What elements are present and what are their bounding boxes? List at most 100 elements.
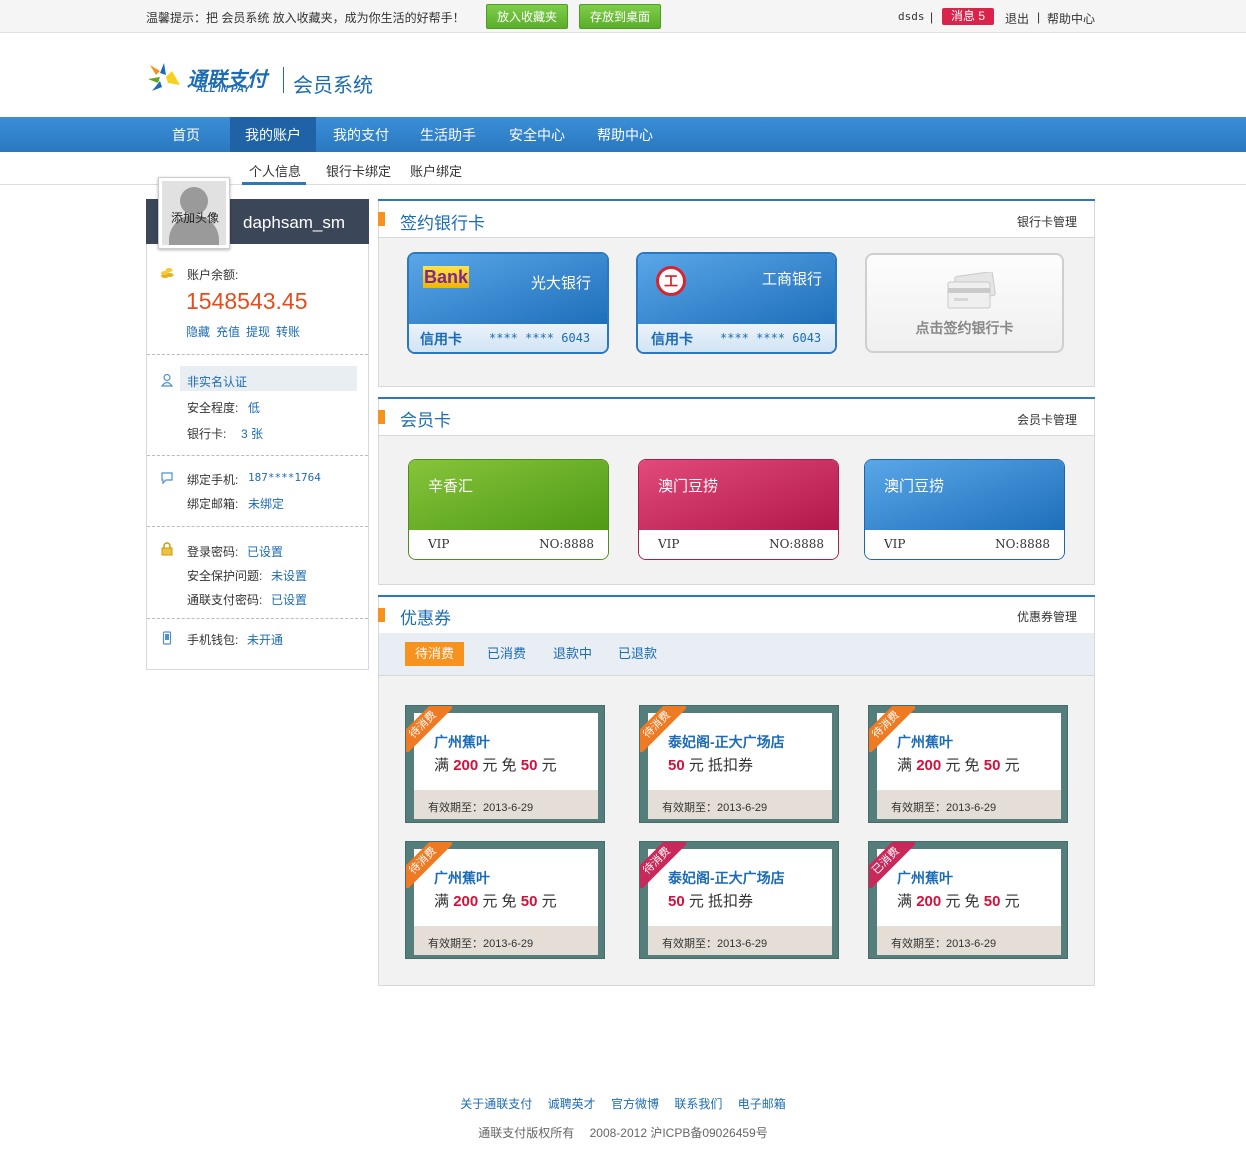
coins-icon [161, 268, 174, 278]
footer-email[interactable]: 电子邮箱 [738, 1097, 786, 1111]
avatar[interactable]: 添加头像 [158, 177, 230, 249]
transfer-link[interactable]: 转账 [276, 323, 300, 340]
login-password-label: 登录密码: [187, 545, 239, 559]
coupon-amount: 50 [668, 893, 685, 910]
bank-logo-text: Bank [424, 267, 469, 287]
footer-contact[interactable]: 联系我们 [674, 1097, 722, 1111]
login-password-value[interactable]: 已设置 [247, 543, 283, 560]
bankcard-count-label: 银行卡: [187, 427, 227, 441]
coupon-expiry: 有效期至：2013-6-29 [662, 802, 768, 814]
bank-name: 光大银行 [531, 275, 592, 292]
bank-card-icbc[interactable]: 工 工商银行 信用卡 **** **** 6043 [636, 252, 837, 354]
coupon-card[interactable]: 广州蕉叶满 200 元 免 50 元有效期至：2013-6-29 待消费 [868, 705, 1068, 823]
security-question-value[interactable]: 未设置 [271, 567, 307, 584]
coupon-expiry: 有效期至：2013-6-29 [428, 802, 534, 814]
withdraw-link[interactable]: 提现 [246, 323, 270, 340]
tab-refunding[interactable]: 退款中 [543, 642, 602, 666]
coupon-desc-mid: 元 免 [482, 757, 517, 774]
coupon-manage-link[interactable]: 优惠券管理 [1017, 608, 1077, 625]
panel-marker [378, 410, 385, 424]
subnav-bankcard-binding[interactable]: 银行卡绑定 [326, 161, 391, 180]
message-badge[interactable]: 消息 5 [942, 8, 994, 25]
card-number: **** **** 6043 [489, 331, 591, 345]
member-card-vip: VIP [428, 537, 450, 551]
coupon-card[interactable]: 泰妃阁-正大广场店 50 元 抵扣券 有效期至：2013-6-29 待消费 [639, 705, 839, 823]
coupon-expiry: 有效期至：2013-6-29 [662, 938, 768, 950]
coupon-status: 待消费 [869, 706, 915, 752]
coupon-discount: 50 [983, 757, 1001, 774]
nav-my-account[interactable]: 我的账户 [230, 117, 316, 152]
bankcard-count-value[interactable]: 3 张 [241, 425, 263, 442]
nav-my-payment[interactable]: 我的支付 [320, 117, 402, 152]
icbc-logo-icon: 工 [656, 266, 686, 296]
nav-home[interactable]: 首页 [146, 117, 226, 152]
current-user[interactable]: dsds [898, 10, 925, 23]
realname-status[interactable]: 非实名认证 [187, 373, 247, 390]
recharge-link[interactable]: 充值 [216, 323, 240, 340]
panel-marker [378, 608, 385, 622]
hide-balance-link[interactable]: 隐藏 [186, 323, 210, 340]
message-label: 消息 [950, 9, 975, 23]
card-type: 信用卡 [420, 331, 462, 347]
email-value[interactable]: 未绑定 [248, 495, 284, 512]
save-desktop-button[interactable]: 存放到桌面 [579, 4, 662, 29]
security-level-value: 低 [248, 401, 261, 415]
tab-refunded[interactable]: 已退款 [608, 642, 667, 666]
footer-weibo[interactable]: 官方微博 [611, 1097, 659, 1111]
logout-link[interactable]: 退出 [1005, 10, 1029, 27]
coupon-discount: 50 [520, 893, 538, 910]
nav-security-center[interactable]: 安全中心 [494, 117, 580, 152]
member-panel-title: 会员卡 [400, 411, 451, 430]
tab-pending[interactable]: 待消费 [405, 642, 465, 666]
mobile-wallet-value[interactable]: 未开通 [247, 631, 283, 648]
add-bankcard-label: 点击签约银行卡 [915, 320, 1014, 336]
bank-panel-title: 签约银行卡 [400, 214, 485, 233]
help-link[interactable]: 帮助中心 [1047, 10, 1095, 27]
coupon-description: 满 200 元 免 50 元 [897, 890, 1020, 911]
coupon-card[interactable]: 广州蕉叶满 200 元 免 50 元有效期至：2013-6-29 待消费 [405, 841, 605, 959]
section-divider [147, 354, 368, 355]
coupon-panel-header [378, 597, 1095, 633]
member-card-number: NO:8888 [769, 537, 824, 551]
subnav-personal-info[interactable]: 个人信息 [249, 161, 301, 180]
coupon-card[interactable]: 广州蕉叶满 200 元 免 50 元有效期至：2013-6-29 待消费 [405, 705, 605, 823]
coupon-desc-prefix: 满 [897, 893, 913, 910]
coupon-status: 待消费 [640, 842, 686, 888]
coupon-amount: 200 [916, 757, 942, 774]
coupon-status: 待消费 [406, 842, 452, 888]
coupon-status-ribbon: 已消费 [869, 842, 915, 888]
bookmark-button[interactable]: 放入收藏夹 [486, 4, 569, 29]
member-card-macau-2[interactable]: 澳门豆捞 VIP NO:8888 [864, 459, 1065, 560]
balance-label: 账户余额: [187, 268, 239, 282]
coupon-desc-mid: 元 抵扣券 [688, 893, 754, 910]
coupon-amount: 50 [668, 757, 685, 774]
nav-life-assistant[interactable]: 生活助手 [406, 117, 490, 152]
member-card-macau-1[interactable]: 澳门豆捞 VIP NO:8888 [638, 459, 839, 560]
section-divider [147, 526, 368, 527]
email-label: 绑定邮箱: [187, 497, 239, 511]
footer-careers[interactable]: 诚聘英才 [548, 1097, 596, 1111]
security-level-label: 安全程度: [187, 401, 239, 415]
coupon-description: 满 200 元 免 50 元 [897, 754, 1020, 775]
main-nav: 首页 我的账户 我的支付 生活助手 安全中心 帮助中心 [0, 117, 1246, 152]
bankcard-manage-link[interactable]: 银行卡管理 [1017, 213, 1077, 230]
bank-card-everbright[interactable]: Bank 光大银行 信用卡 **** **** 6043 [407, 252, 609, 354]
pay-password-value[interactable]: 已设置 [271, 591, 307, 608]
membercard-manage-link[interactable]: 会员卡管理 [1017, 411, 1077, 428]
add-bankcard-button[interactable]: 点击签约银行卡 [865, 253, 1064, 353]
subnav-active-indicator [242, 182, 306, 185]
phone-value: 187****1764 [248, 471, 321, 484]
coupon-card[interactable]: 广州蕉叶满 200 元 免 50 元有效期至：2013-6-29 已消费 [868, 841, 1068, 959]
subnav-account-binding[interactable]: 账户绑定 [410, 161, 462, 180]
coupon-desc-mid: 元 免 [945, 757, 980, 774]
coupon-desc-suffix: 元 [1004, 757, 1020, 774]
coupon-expiry: 有效期至：2013-6-29 [428, 938, 534, 950]
member-card-xinxianghui[interactable]: 辛香汇 VIP NO:8888 [408, 459, 609, 560]
nav-help-center[interactable]: 帮助中心 [584, 117, 666, 152]
coupon-card[interactable]: 泰妃阁-正大广场店 50 元 抵扣券 有效期至：2013-6-29 待消费 [639, 841, 839, 959]
balance-value: 1548543.45 [186, 288, 308, 314]
member-card-name: 辛香汇 [428, 478, 474, 495]
header: 通联支付 ALL IN PAY 会员系统 [0, 33, 1246, 117]
footer-about[interactable]: 关于通联支付 [460, 1097, 532, 1111]
tab-consumed[interactable]: 已消费 [477, 642, 536, 666]
